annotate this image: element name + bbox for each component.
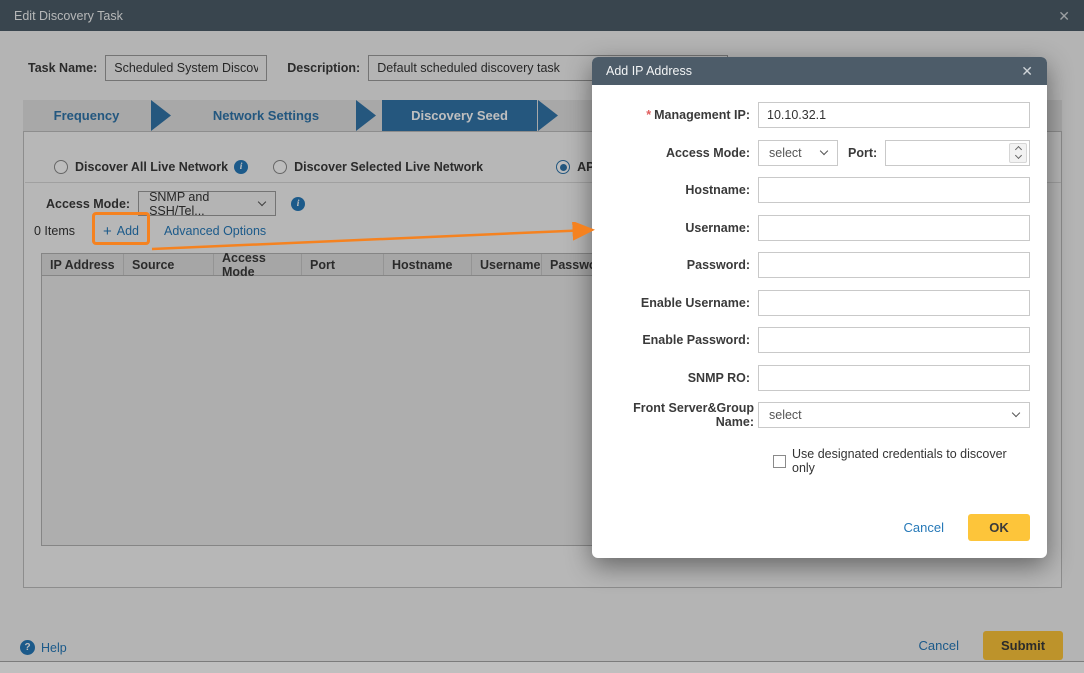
designated-credentials-label: Use designated credentials to discover o… [792, 447, 1030, 475]
snmp-ro-input[interactable] [758, 365, 1030, 391]
username-input[interactable] [758, 215, 1030, 241]
chevron-down-icon [1012, 409, 1020, 417]
hostname-input[interactable] [758, 177, 1030, 203]
port-field [885, 140, 1030, 166]
modal-close-icon[interactable]: ✕ [1021, 64, 1033, 78]
enable-password-input[interactable] [758, 327, 1030, 353]
enable-password-label: Enable Password: [606, 333, 750, 347]
management-ip-input[interactable] [758, 102, 1030, 128]
password-input[interactable] [758, 252, 1030, 278]
hostname-label: Hostname: [606, 183, 750, 197]
required-asterisk: * [646, 108, 651, 122]
enable-username-input[interactable] [758, 290, 1030, 316]
annotation-arrow [145, 222, 600, 257]
username-row: Username: [606, 215, 1030, 241]
port-label: Port: [848, 146, 877, 160]
modal-actions: Cancel OK [904, 514, 1030, 541]
add-button-highlight [92, 212, 150, 245]
modal-access-mode-select[interactable]: select [758, 140, 838, 166]
snmp-ro-row: SNMP RO: [606, 365, 1030, 391]
modal-title: Add IP Address [606, 64, 692, 78]
management-ip-label: *Management IP: [606, 108, 750, 122]
front-server-value: select [769, 408, 802, 422]
modal-access-mode-label: Access Mode: [606, 146, 750, 160]
port-spinner[interactable] [1009, 143, 1027, 163]
modal-body: *Management IP: Access Mode: select Port… [592, 85, 1047, 475]
enable-password-row: Enable Password: [606, 327, 1030, 353]
modal-cancel-link[interactable]: Cancel [904, 520, 944, 535]
enable-username-row: Enable Username: [606, 290, 1030, 316]
enable-username-label: Enable Username: [606, 296, 750, 310]
spinner-down-icon [1014, 152, 1021, 159]
front-server-label: Front Server&Group Name: [606, 401, 754, 429]
modal-titlebar: Add IP Address ✕ [592, 57, 1047, 85]
designated-credentials-checkbox[interactable] [773, 455, 786, 468]
hostname-row: Hostname: [606, 177, 1030, 203]
management-ip-row: *Management IP: [606, 102, 1030, 128]
modal-access-mode-value: select [769, 146, 802, 160]
password-row: Password: [606, 252, 1030, 278]
access-mode-port-row: Access Mode: select Port: [606, 140, 1030, 166]
chevron-down-icon [820, 146, 828, 154]
snmp-ro-label: SNMP RO: [606, 371, 750, 385]
ok-button[interactable]: OK [968, 514, 1030, 541]
add-ip-address-modal: Add IP Address ✕ *Management IP: Access … [592, 57, 1047, 558]
front-server-select[interactable]: select [758, 402, 1030, 428]
screen: Edit Discovery Task ✕ Task Name: Descrip… [0, 0, 1084, 673]
username-label: Username: [606, 221, 750, 235]
designated-credentials-row: Use designated credentials to discover o… [773, 447, 1030, 475]
front-server-row: Front Server&Group Name: select [606, 402, 1030, 428]
password-label: Password: [606, 258, 750, 272]
